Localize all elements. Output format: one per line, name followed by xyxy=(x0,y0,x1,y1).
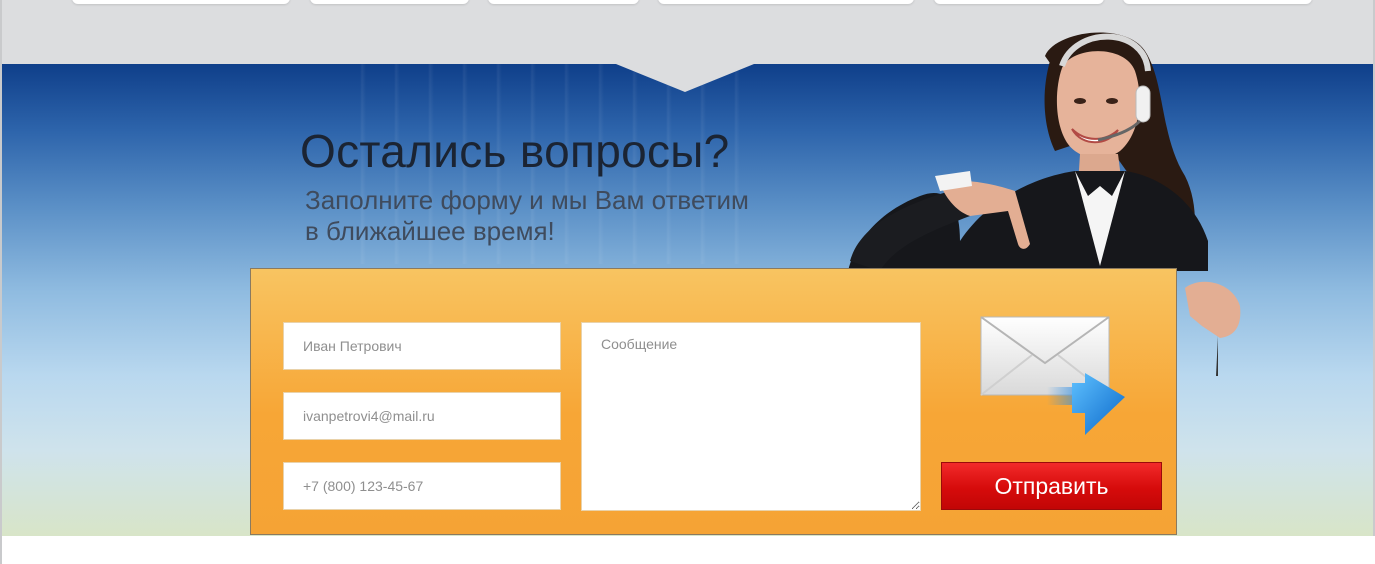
envelope-send-icon xyxy=(980,316,1125,435)
nav-tab-2[interactable] xyxy=(310,0,469,4)
section-subheading: Заполните форму и мы Вам ответим в ближа… xyxy=(305,185,825,247)
nav-tab-4[interactable] xyxy=(658,0,914,4)
subheading-line-1: Заполните форму и мы Вам ответим xyxy=(305,185,749,215)
nav-tab-6[interactable] xyxy=(1123,0,1312,4)
nav-tab-1[interactable] xyxy=(72,0,290,4)
message-textarea[interactable] xyxy=(581,322,921,511)
submit-button[interactable]: Отправить xyxy=(941,462,1162,510)
nav-tab-5[interactable] xyxy=(934,0,1104,4)
nav-tab-3[interactable] xyxy=(488,0,639,4)
section-pointer-notch xyxy=(616,64,754,92)
phone-input[interactable] xyxy=(283,462,561,510)
email-input[interactable] xyxy=(283,392,561,440)
name-input[interactable] xyxy=(283,322,561,370)
section-heading: Остались вопросы? xyxy=(300,125,730,177)
contact-form-panel: Отправить xyxy=(250,268,1177,535)
subheading-line-2: в ближайшее время! xyxy=(305,216,555,246)
page-bottom-area xyxy=(0,536,1375,564)
